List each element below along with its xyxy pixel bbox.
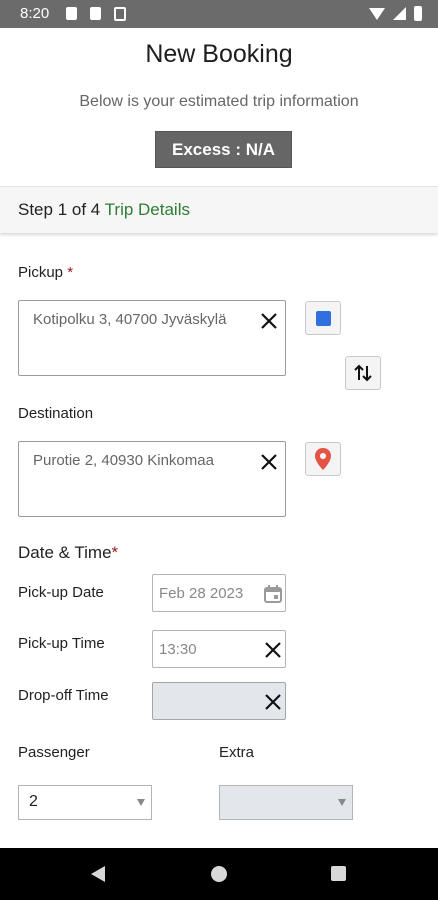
chevron-down-icon [338, 799, 346, 806]
destination-label: Destination [18, 405, 94, 422]
excess-badge: Excess : N/A [155, 131, 292, 168]
pickup-marker-button[interactable] [305, 301, 341, 335]
date-time-section-label: Date & Time* [18, 543, 118, 563]
clear-pickup-time-button[interactable] [263, 640, 283, 660]
destination-marker-button[interactable] [305, 442, 341, 476]
chevron-down-icon [137, 799, 145, 806]
page-title: New Booking [145, 40, 293, 68]
sim-card-icon [90, 7, 101, 20]
status-time: 8:20 [20, 5, 50, 22]
system-nav-bar [0, 848, 438, 900]
step-header: Step 1 of 4 Trip Details [0, 186, 438, 233]
pickup-label: Pickup * [18, 264, 73, 281]
pickup-label-text: Pickup [18, 264, 64, 281]
swap-vertical-icon [354, 364, 372, 382]
pickup-date-value: Feb 28 2023 [159, 585, 244, 602]
pickup-date-field[interactable]: Feb 28 2023 [152, 574, 286, 612]
passenger-label: Passenger [18, 744, 90, 761]
destination-input[interactable]: Purotie 2, 40930 Kinkomaa [18, 441, 286, 517]
close-icon [261, 313, 277, 329]
step-name: Trip Details [104, 200, 190, 219]
close-icon [265, 694, 281, 710]
close-icon [261, 454, 277, 470]
step-count: Step 1 of 4 [18, 200, 101, 219]
wifi-icon [369, 7, 385, 20]
pickup-date-label: Pick-up Date [18, 584, 104, 601]
passenger-select[interactable]: 2 [18, 785, 152, 820]
clear-pickup-button[interactable] [259, 311, 279, 331]
pickup-value: Kotipolku 3, 40700 Jyväskylä [33, 311, 227, 328]
battery-icon [414, 6, 422, 21]
swap-locations-button[interactable] [345, 356, 381, 390]
clear-dropoff-time-button[interactable] [263, 692, 283, 712]
required-mark: * [111, 543, 119, 562]
pickup-time-field[interactable]: 13:30 [152, 630, 286, 668]
app-notification-icon [114, 7, 126, 21]
dropoff-time-label: Drop-off Time [18, 687, 109, 704]
notification-icon [66, 7, 77, 20]
passenger-value: 2 [29, 793, 38, 810]
dropoff-time-field[interactable] [152, 682, 286, 720]
pickup-input[interactable]: Kotipolku 3, 40700 Jyväskylä [18, 300, 286, 376]
page-subtitle: Below is your estimated trip information [79, 93, 359, 110]
required-mark: * [67, 264, 74, 281]
close-icon [265, 642, 281, 658]
extra-select[interactable] [219, 785, 353, 820]
clear-destination-button[interactable] [259, 452, 279, 472]
date-time-label-text: Date & Time [18, 543, 112, 562]
extra-label: Extra [219, 744, 255, 761]
blue-square-icon [315, 310, 331, 326]
destination-value: Purotie 2, 40930 Kinkomaa [33, 452, 214, 469]
recent-apps-icon[interactable] [331, 866, 346, 881]
pickup-time-value: 13:30 [159, 641, 197, 658]
pickup-time-label: Pick-up Time [18, 635, 105, 652]
step-indicator: Step 1 of 4 Trip Details [18, 200, 190, 220]
back-icon[interactable] [91, 866, 105, 882]
calendar-icon[interactable] [263, 584, 283, 604]
signal-icon [393, 7, 406, 20]
status-bar: 8:20 [0, 0, 438, 28]
map-pin-icon [315, 448, 331, 470]
home-icon[interactable] [211, 866, 227, 882]
